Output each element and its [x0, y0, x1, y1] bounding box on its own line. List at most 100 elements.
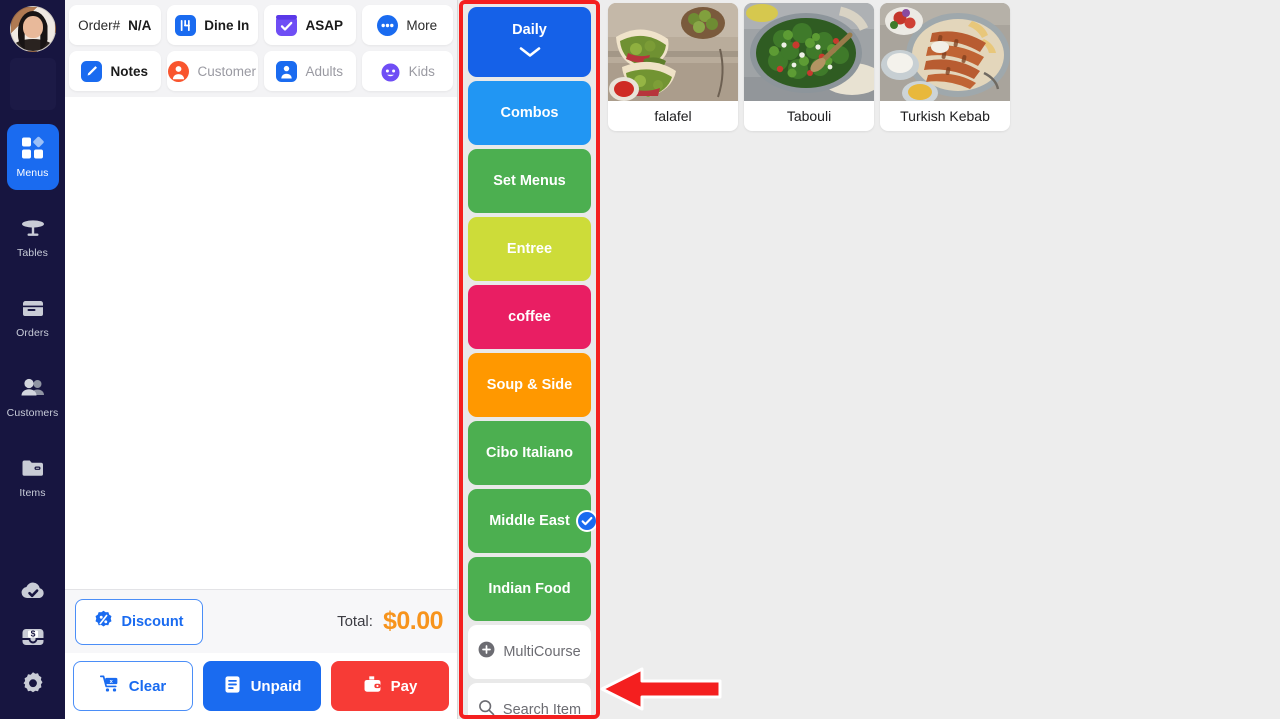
- order-number-value: N/A: [128, 17, 152, 33]
- kids-chip[interactable]: Kids: [361, 51, 453, 91]
- receipt-icon: [223, 675, 242, 698]
- category-label: Combos: [500, 104, 559, 121]
- items-icon: [20, 455, 46, 481]
- customers-icon: [20, 375, 46, 401]
- sidebar-item-items-label: Items: [19, 487, 46, 499]
- cart-items-area[interactable]: [65, 97, 457, 589]
- search-item-button[interactable]: Search Item: [468, 683, 591, 718]
- customer-label: Customer: [197, 63, 256, 79]
- person-icon: [168, 60, 194, 85]
- product-card-turkish-kebab[interactable]: Turkish Kebab: [880, 3, 1010, 131]
- dine-in-icon: [175, 14, 201, 39]
- clear-label: Clear: [128, 677, 167, 695]
- category-combos[interactable]: Combos: [468, 81, 591, 145]
- category-set-menus[interactable]: Set Menus: [468, 149, 591, 213]
- adults-label: Adults: [305, 63, 344, 79]
- adults-chip[interactable]: Adults: [264, 51, 356, 91]
- multicourse-button[interactable]: MultiCourse: [468, 625, 591, 679]
- product-name: Turkish Kebab: [900, 108, 990, 124]
- category-label: Middle East: [489, 512, 570, 529]
- pencil-icon: [81, 60, 107, 85]
- customer-chip[interactable]: Customer: [166, 51, 258, 91]
- discount-button[interactable]: Discount: [75, 598, 203, 645]
- category-label: Entree: [506, 240, 553, 257]
- dine-in-label: Dine In: [204, 17, 250, 33]
- pay-button[interactable]: Pay: [331, 661, 449, 711]
- avatar-face: [22, 16, 43, 38]
- notes-chip[interactable]: Notes: [69, 51, 161, 91]
- dine-in-chip[interactable]: Dine In: [166, 5, 258, 45]
- category-label: coffee: [508, 308, 551, 325]
- sidebar-item-customers-label: Customers: [6, 407, 59, 419]
- grid-icon: [20, 135, 46, 161]
- wallet-icon: [363, 675, 382, 698]
- clock-check-icon: [276, 14, 302, 39]
- search-item-label: Search Item: [502, 701, 582, 718]
- cloud-check-icon[interactable]: [19, 577, 47, 605]
- selected-check-icon: [576, 510, 596, 532]
- sidebar-item-menus[interactable]: Menus: [6, 124, 59, 190]
- cash-drawer-icon[interactable]: $: [19, 623, 47, 651]
- asap-label: ASAP: [305, 17, 343, 33]
- notes-label: Notes: [110, 63, 148, 79]
- category-cibo-italiano[interactable]: Cibo Italiano: [468, 421, 591, 485]
- nav-bottom-icons: $: [19, 577, 47, 719]
- category-daily[interactable]: Daily: [468, 7, 591, 77]
- left-navigation: Menus Tables Orders Customers Items $: [0, 0, 65, 719]
- annotation-arrow-left: [598, 663, 724, 719]
- sidebar-item-menus-label: Menus: [16, 167, 49, 179]
- category-label: Indian Food: [488, 580, 571, 597]
- order-number-prefix: Order#: [78, 17, 121, 33]
- category-label: Daily: [512, 21, 547, 38]
- avatar[interactable]: [9, 6, 56, 52]
- order-toolbar: Order# N/A Dine In ASAP More Notes Custo…: [65, 0, 457, 97]
- product-grid: falafel Tabouli Turkish Kebab: [605, 3, 1280, 131]
- discount-badge-icon: [94, 610, 113, 633]
- pos-app: Menus Tables Orders Customers Items $ Or…: [0, 0, 1280, 719]
- category-middle-east[interactable]: Middle East: [468, 489, 596, 553]
- order-number-chip[interactable]: Order# N/A: [69, 5, 161, 45]
- kid-icon: [380, 61, 405, 85]
- more-dots-icon: [377, 14, 403, 39]
- product-name: Tabouli: [786, 108, 832, 124]
- unpaid-button[interactable]: Unpaid: [203, 661, 321, 711]
- sidebar-item-orders[interactable]: Orders: [7, 284, 59, 350]
- clear-button[interactable]: x Clear: [73, 661, 193, 711]
- category-label: Soup & Side: [486, 376, 573, 393]
- product-name: falafel: [654, 108, 692, 124]
- sidebar-item-tables[interactable]: Tables: [7, 204, 59, 270]
- more-chip[interactable]: More: [361, 5, 453, 45]
- cart-remove-icon: x: [99, 675, 120, 697]
- total-amount: $0.00: [382, 607, 444, 635]
- order-panel: Order# N/A Dine In ASAP More Notes Custo…: [65, 0, 458, 719]
- orders-icon: [20, 295, 46, 321]
- multicourse-label: MultiCourse: [503, 643, 581, 660]
- pay-label: Pay: [390, 677, 418, 695]
- kids-label: Kids: [408, 63, 435, 79]
- table-icon: [20, 215, 46, 241]
- category-coffee[interactable]: coffee: [468, 285, 591, 349]
- category-indian-food[interactable]: Indian Food: [468, 557, 591, 621]
- sidebar-item-tables-label: Tables: [17, 247, 48, 259]
- product-card-tabouli[interactable]: Tabouli: [744, 3, 874, 131]
- asap-chip[interactable]: ASAP: [264, 5, 356, 45]
- action-buttons: x Clear Unpaid Pay: [65, 653, 457, 719]
- plus-circle-icon: [478, 641, 495, 663]
- category-rail: Daily Combos Set Menus Entree coffee Sou…: [463, 4, 596, 715]
- product-card-falafel[interactable]: falafel: [608, 3, 738, 131]
- svg-text:$: $: [30, 628, 35, 638]
- category-entree[interactable]: Entree: [468, 217, 591, 281]
- sidebar-item-customers[interactable]: Customers: [7, 364, 59, 430]
- category-soup-and-side[interactable]: Soup & Side: [468, 353, 591, 417]
- total-label: Total:: [337, 613, 373, 630]
- order-toolbar-row-2: Notes Customer Adults Kids: [69, 51, 453, 91]
- category-label: Set Menus: [493, 172, 566, 189]
- tabouli-salad-photo: [744, 3, 874, 101]
- turkish-kebab-photo: [880, 3, 1010, 101]
- sidebar-item-orders-label: Orders: [16, 327, 49, 339]
- sidebar-item-items[interactable]: Items: [7, 444, 59, 510]
- chevron-down-icon[interactable]: [519, 46, 541, 63]
- discount-label: Discount: [121, 613, 184, 630]
- gear-icon[interactable]: [19, 669, 47, 697]
- falafel-pita-photo: [608, 3, 738, 101]
